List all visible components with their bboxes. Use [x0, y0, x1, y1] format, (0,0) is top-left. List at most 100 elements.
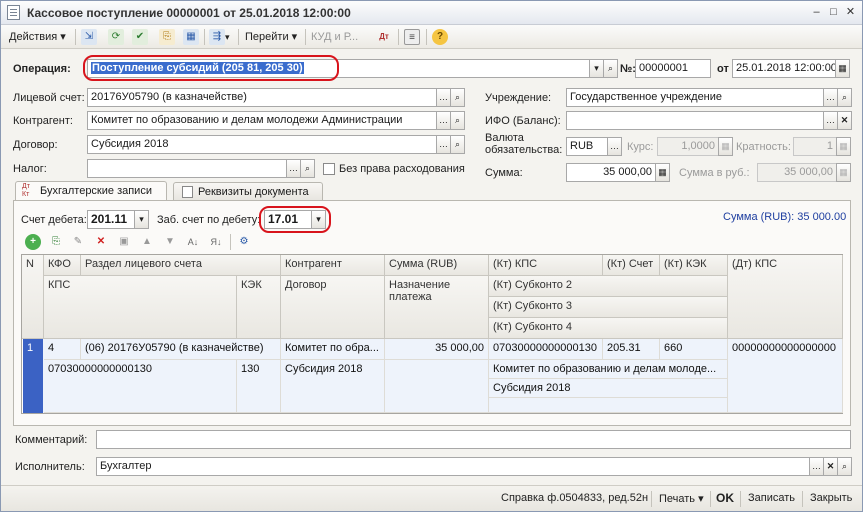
col-kt-account-header[interactable]: (Кт) Счет [603, 255, 660, 276]
executor-search-icon[interactable]: ⌕ [837, 457, 852, 476]
copy-row-icon[interactable]: ⎘ [48, 234, 64, 250]
col-kek-header[interactable]: КЭК [237, 276, 281, 339]
ok-button[interactable]: OK [716, 491, 734, 505]
contract-field[interactable]: Субсидия 2018 [87, 135, 437, 154]
copy-icon[interactable]: ⎘ [159, 29, 175, 45]
close-icon[interactable]: ✕ [842, 4, 859, 20]
account-search-icon[interactable]: ⌕ [450, 88, 465, 107]
account-select-icon[interactable]: … [436, 88, 451, 107]
based-on-chevron-icon[interactable]: ▾ [225, 29, 230, 45]
table-row[interactable]: 4 (06) 20176У05790 (в казначействе) Коми… [43, 339, 843, 413]
row-number-cell[interactable]: 1 [23, 339, 43, 413]
counterparty-search-icon[interactable]: ⌕ [450, 111, 465, 130]
operation-search-icon[interactable]: ⌕ [603, 59, 618, 78]
edit-row-icon[interactable]: ✎ [70, 234, 86, 250]
cell-contract[interactable]: Субсидия 2018 [281, 360, 385, 413]
cell-counterparty[interactable]: Комитет по обра... [281, 339, 385, 360]
col-n-header[interactable]: N [22, 255, 44, 339]
cell-sum[interactable]: 35 000,00 [385, 339, 489, 360]
col-sum-header[interactable]: Сумма (RUB) [385, 255, 489, 276]
end-edit-icon[interactable]: ▣ [116, 234, 132, 250]
counterparty-select-icon[interactable]: … [436, 111, 451, 130]
fill-icon[interactable]: ⚙ [236, 234, 252, 250]
contract-select-icon[interactable]: … [436, 135, 451, 154]
operation-dropdown-icon[interactable]: ▾ [589, 59, 604, 78]
post-and-close-icon[interactable]: ⇲ [81, 29, 97, 45]
account-field[interactable]: 20176У05790 (в казначействе) [87, 88, 437, 107]
executor-field[interactable]: Бухгалтер [96, 457, 810, 476]
col-dt-kps-header[interactable]: (Дт) КПС [728, 255, 843, 339]
minimize-icon[interactable]: – [808, 4, 825, 20]
entries-table[interactable]: N КФО Раздел лицевого счета Контрагент С… [21, 254, 843, 414]
col-purpose-header[interactable]: Назначение платежа [385, 276, 489, 339]
cell-kfo[interactable]: 4 [44, 339, 81, 360]
ifo-select-icon[interactable]: … [823, 111, 838, 130]
date-field[interactable]: 25.01.2018 12:00:00 [732, 59, 836, 78]
tax-field[interactable] [87, 159, 287, 178]
kud-button[interactable]: КУД и Р... [311, 29, 358, 45]
col-kt-sub2-header[interactable]: (Кт) Субконто 2 [489, 276, 728, 297]
tab-accounting-entries[interactable]: Дт Кт Бухгалтерские записи [15, 181, 167, 201]
sort-asc-icon[interactable]: A↓ [185, 234, 201, 250]
delete-row-icon[interactable]: ✕ [93, 234, 109, 250]
no-rights-checkbox[interactable] [323, 163, 335, 175]
cell-kt-kek[interactable]: 660 [660, 339, 728, 360]
col-kt-kps-header[interactable]: (Кт) КПС [489, 255, 603, 276]
tab-document-details[interactable]: Реквизиты документа [173, 182, 323, 201]
goto-menu[interactable]: Перейти ▾ [245, 29, 297, 45]
col-section-header[interactable]: Раздел лицевого счета [81, 255, 281, 276]
move-up-icon[interactable]: ▲ [139, 234, 155, 250]
executor-select-icon[interactable]: … [809, 457, 824, 476]
debit-account-field[interactable]: 201.11 [87, 210, 135, 229]
executor-clear-icon[interactable]: ✕ [823, 457, 838, 476]
tax-select-icon[interactable]: … [286, 159, 301, 178]
save-button[interactable]: Записать [748, 492, 795, 504]
actions-menu[interactable]: Действия ▾ [9, 29, 66, 45]
based-on-icon[interactable]: ⇶ [209, 29, 225, 45]
cell-kt-sub4[interactable] [489, 398, 728, 413]
help-icon[interactable]: ? [432, 29, 448, 45]
institution-search-icon[interactable]: ⌕ [837, 88, 852, 107]
contract-search-icon[interactable]: ⌕ [450, 135, 465, 154]
cell-kek[interactable]: 130 [237, 360, 281, 413]
col-counterparty-header[interactable]: Контрагент [281, 255, 385, 276]
currency-select-icon[interactable]: … [607, 137, 622, 156]
cell-kps[interactable]: 07030000000000130 [44, 360, 237, 413]
ifo-clear-icon[interactable]: ✕ [837, 111, 852, 130]
col-contract-header[interactable]: Договор [281, 276, 385, 339]
col-kt-kek-header[interactable]: (Кт) КЭК [660, 255, 728, 276]
tax-search-icon[interactable]: ⌕ [300, 159, 315, 178]
dt-kt-icon[interactable]: Дт [376, 29, 392, 45]
ifo-field[interactable] [566, 111, 824, 130]
maximize-icon[interactable]: □ [825, 4, 842, 20]
cell-kt-kps[interactable]: 07030000000000130 [489, 339, 603, 360]
structure-icon[interactable]: ▦ [183, 29, 199, 45]
move-down-icon[interactable]: ▼ [162, 234, 178, 250]
sum-calc-icon[interactable]: ▦ [655, 163, 670, 182]
comment-field[interactable] [96, 430, 851, 449]
cell-kt-account[interactable]: 205.31 [603, 339, 660, 360]
cell-kt-sub2[interactable]: Комитет по образованию и делам молоде... [489, 360, 728, 379]
add-row-icon[interactable]: + [25, 234, 41, 250]
sum-field[interactable]: 35 000,00 [566, 163, 656, 182]
print-menu[interactable]: Печать ▾ [659, 492, 704, 505]
help-link[interactable]: Справка ф.0504833, ред.52н [501, 492, 648, 504]
cell-purpose[interactable] [385, 360, 489, 413]
calendar-icon[interactable]: ▦ [835, 59, 850, 78]
cell-dt-kps[interactable]: 00000000000000000 [728, 339, 843, 413]
institution-select-icon[interactable]: … [823, 88, 838, 107]
report-icon[interactable]: ≡ [404, 29, 420, 45]
cell-section[interactable]: (06) 20176У05790 (в казначействе) [81, 339, 281, 360]
col-kt-sub4-header[interactable]: (Кт) Субконто 4 [489, 318, 728, 339]
sort-desc-icon[interactable]: Я↓ [208, 234, 224, 250]
post-icon[interactable]: ✔ [132, 29, 148, 45]
currency-field[interactable]: RUB [566, 137, 608, 156]
number-field[interactable]: 00000001 [635, 59, 711, 78]
refresh-icon[interactable]: ⟳ [108, 29, 124, 45]
counterparty-field[interactable]: Комитет по образованию и делам молодежи … [87, 111, 437, 130]
debit-account-dropdown-icon[interactable]: ▾ [134, 210, 149, 229]
close-button[interactable]: Закрыть [810, 492, 852, 504]
cell-kt-sub3[interactable]: Субсидия 2018 [489, 379, 728, 398]
col-kt-sub3-header[interactable]: (Кт) Субконто 3 [489, 297, 728, 318]
col-kfo-header[interactable]: КФО [44, 255, 81, 276]
